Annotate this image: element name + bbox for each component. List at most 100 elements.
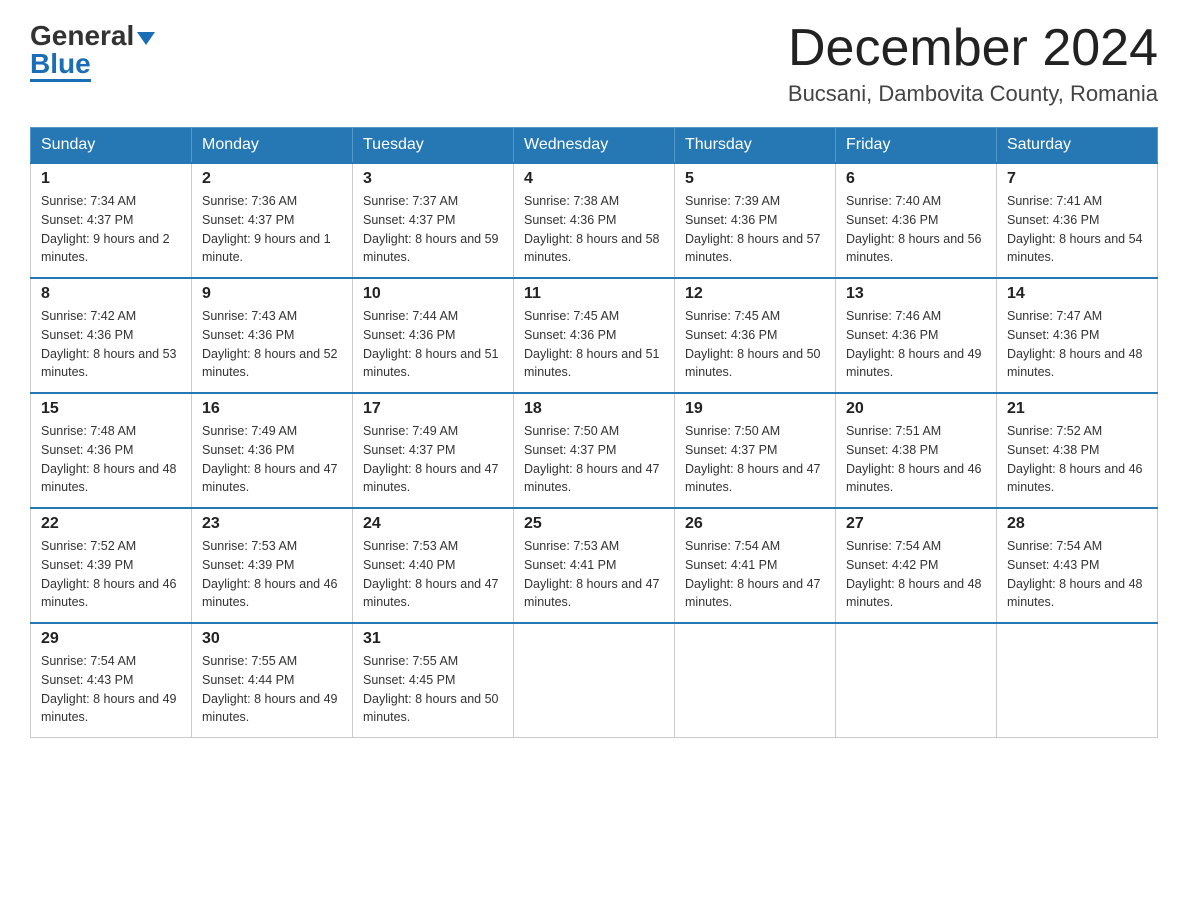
- calendar-header-row: Sunday Monday Tuesday Wednesday Thursday…: [31, 128, 1158, 164]
- calendar-cell: 15 Sunrise: 7:48 AM Sunset: 4:36 PM Dayl…: [31, 393, 192, 508]
- day-info: Sunrise: 7:45 AM Sunset: 4:36 PM Dayligh…: [685, 307, 825, 382]
- col-tuesday: Tuesday: [353, 128, 514, 164]
- day-number: 4: [524, 170, 664, 188]
- logo-underline: [30, 79, 91, 82]
- month-title: December 2024: [788, 20, 1158, 77]
- calendar-cell: [836, 623, 997, 738]
- calendar-cell: 29 Sunrise: 7:54 AM Sunset: 4:43 PM Dayl…: [31, 623, 192, 738]
- week-row-2: 8 Sunrise: 7:42 AM Sunset: 4:36 PM Dayli…: [31, 278, 1158, 393]
- calendar-cell: 26 Sunrise: 7:54 AM Sunset: 4:41 PM Dayl…: [675, 508, 836, 623]
- day-number: 10: [363, 285, 503, 303]
- day-info: Sunrise: 7:52 AM Sunset: 4:39 PM Dayligh…: [41, 537, 181, 612]
- calendar-cell: 30 Sunrise: 7:55 AM Sunset: 4:44 PM Dayl…: [192, 623, 353, 738]
- day-number: 1: [41, 170, 181, 188]
- day-info: Sunrise: 7:49 AM Sunset: 4:37 PM Dayligh…: [363, 422, 503, 497]
- page-header: General Blue December 2024 Bucsani, Damb…: [30, 20, 1158, 107]
- day-info: Sunrise: 7:37 AM Sunset: 4:37 PM Dayligh…: [363, 192, 503, 267]
- calendar-cell: 7 Sunrise: 7:41 AM Sunset: 4:36 PM Dayli…: [997, 163, 1158, 278]
- calendar-cell: 28 Sunrise: 7:54 AM Sunset: 4:43 PM Dayl…: [997, 508, 1158, 623]
- week-row-3: 15 Sunrise: 7:48 AM Sunset: 4:36 PM Dayl…: [31, 393, 1158, 508]
- day-info: Sunrise: 7:38 AM Sunset: 4:36 PM Dayligh…: [524, 192, 664, 267]
- day-number: 3: [363, 170, 503, 188]
- day-number: 26: [685, 515, 825, 533]
- title-section: December 2024 Bucsani, Dambovita County,…: [788, 20, 1158, 107]
- calendar-cell: 25 Sunrise: 7:53 AM Sunset: 4:41 PM Dayl…: [514, 508, 675, 623]
- day-info: Sunrise: 7:48 AM Sunset: 4:36 PM Dayligh…: [41, 422, 181, 497]
- day-info: Sunrise: 7:53 AM Sunset: 4:40 PM Dayligh…: [363, 537, 503, 612]
- day-number: 7: [1007, 170, 1147, 188]
- calendar-cell: 20 Sunrise: 7:51 AM Sunset: 4:38 PM Dayl…: [836, 393, 997, 508]
- calendar-cell: 24 Sunrise: 7:53 AM Sunset: 4:40 PM Dayl…: [353, 508, 514, 623]
- calendar-cell: 11 Sunrise: 7:45 AM Sunset: 4:36 PM Dayl…: [514, 278, 675, 393]
- day-number: 29: [41, 630, 181, 648]
- calendar-cell: 22 Sunrise: 7:52 AM Sunset: 4:39 PM Dayl…: [31, 508, 192, 623]
- week-row-4: 22 Sunrise: 7:52 AM Sunset: 4:39 PM Dayl…: [31, 508, 1158, 623]
- col-saturday: Saturday: [997, 128, 1158, 164]
- day-number: 19: [685, 400, 825, 418]
- calendar-cell: 2 Sunrise: 7:36 AM Sunset: 4:37 PM Dayli…: [192, 163, 353, 278]
- day-number: 2: [202, 170, 342, 188]
- calendar-cell: 6 Sunrise: 7:40 AM Sunset: 4:36 PM Dayli…: [836, 163, 997, 278]
- calendar-cell: 27 Sunrise: 7:54 AM Sunset: 4:42 PM Dayl…: [836, 508, 997, 623]
- calendar-cell: [675, 623, 836, 738]
- day-info: Sunrise: 7:54 AM Sunset: 4:43 PM Dayligh…: [41, 652, 181, 727]
- day-info: Sunrise: 7:34 AM Sunset: 4:37 PM Dayligh…: [41, 192, 181, 267]
- day-number: 18: [524, 400, 664, 418]
- calendar-cell: 18 Sunrise: 7:50 AM Sunset: 4:37 PM Dayl…: [514, 393, 675, 508]
- day-number: 25: [524, 515, 664, 533]
- day-info: Sunrise: 7:49 AM Sunset: 4:36 PM Dayligh…: [202, 422, 342, 497]
- day-number: 22: [41, 515, 181, 533]
- calendar-cell: 12 Sunrise: 7:45 AM Sunset: 4:36 PM Dayl…: [675, 278, 836, 393]
- col-monday: Monday: [192, 128, 353, 164]
- day-info: Sunrise: 7:45 AM Sunset: 4:36 PM Dayligh…: [524, 307, 664, 382]
- day-number: 17: [363, 400, 503, 418]
- day-number: 15: [41, 400, 181, 418]
- calendar-cell: 3 Sunrise: 7:37 AM Sunset: 4:37 PM Dayli…: [353, 163, 514, 278]
- day-number: 23: [202, 515, 342, 533]
- calendar-table: Sunday Monday Tuesday Wednesday Thursday…: [30, 127, 1158, 738]
- day-info: Sunrise: 7:55 AM Sunset: 4:44 PM Dayligh…: [202, 652, 342, 727]
- day-number: 11: [524, 285, 664, 303]
- day-info: Sunrise: 7:54 AM Sunset: 4:42 PM Dayligh…: [846, 537, 986, 612]
- day-info: Sunrise: 7:54 AM Sunset: 4:43 PM Dayligh…: [1007, 537, 1147, 612]
- calendar-cell: 9 Sunrise: 7:43 AM Sunset: 4:36 PM Dayli…: [192, 278, 353, 393]
- day-info: Sunrise: 7:44 AM Sunset: 4:36 PM Dayligh…: [363, 307, 503, 382]
- day-number: 16: [202, 400, 342, 418]
- logo: General Blue: [30, 20, 155, 82]
- day-number: 24: [363, 515, 503, 533]
- calendar-cell: [514, 623, 675, 738]
- day-info: Sunrise: 7:53 AM Sunset: 4:39 PM Dayligh…: [202, 537, 342, 612]
- logo-blue-text: Blue: [30, 50, 91, 78]
- calendar-cell: 17 Sunrise: 7:49 AM Sunset: 4:37 PM Dayl…: [353, 393, 514, 508]
- day-info: Sunrise: 7:53 AM Sunset: 4:41 PM Dayligh…: [524, 537, 664, 612]
- calendar-cell: 4 Sunrise: 7:38 AM Sunset: 4:36 PM Dayli…: [514, 163, 675, 278]
- day-info: Sunrise: 7:41 AM Sunset: 4:36 PM Dayligh…: [1007, 192, 1147, 267]
- calendar-cell: 31 Sunrise: 7:55 AM Sunset: 4:45 PM Dayl…: [353, 623, 514, 738]
- day-info: Sunrise: 7:46 AM Sunset: 4:36 PM Dayligh…: [846, 307, 986, 382]
- calendar-cell: 8 Sunrise: 7:42 AM Sunset: 4:36 PM Dayli…: [31, 278, 192, 393]
- calendar-cell: 19 Sunrise: 7:50 AM Sunset: 4:37 PM Dayl…: [675, 393, 836, 508]
- col-wednesday: Wednesday: [514, 128, 675, 164]
- week-row-5: 29 Sunrise: 7:54 AM Sunset: 4:43 PM Dayl…: [31, 623, 1158, 738]
- day-info: Sunrise: 7:52 AM Sunset: 4:38 PM Dayligh…: [1007, 422, 1147, 497]
- day-number: 20: [846, 400, 986, 418]
- day-number: 31: [363, 630, 503, 648]
- day-info: Sunrise: 7:39 AM Sunset: 4:36 PM Dayligh…: [685, 192, 825, 267]
- col-thursday: Thursday: [675, 128, 836, 164]
- calendar-cell: 16 Sunrise: 7:49 AM Sunset: 4:36 PM Dayl…: [192, 393, 353, 508]
- day-info: Sunrise: 7:55 AM Sunset: 4:45 PM Dayligh…: [363, 652, 503, 727]
- calendar-cell: 14 Sunrise: 7:47 AM Sunset: 4:36 PM Dayl…: [997, 278, 1158, 393]
- day-number: 9: [202, 285, 342, 303]
- day-info: Sunrise: 7:40 AM Sunset: 4:36 PM Dayligh…: [846, 192, 986, 267]
- day-number: 6: [846, 170, 986, 188]
- calendar-cell: 1 Sunrise: 7:34 AM Sunset: 4:37 PM Dayli…: [31, 163, 192, 278]
- calendar-cell: 10 Sunrise: 7:44 AM Sunset: 4:36 PM Dayl…: [353, 278, 514, 393]
- day-info: Sunrise: 7:54 AM Sunset: 4:41 PM Dayligh…: [685, 537, 825, 612]
- calendar-cell: 13 Sunrise: 7:46 AM Sunset: 4:36 PM Dayl…: [836, 278, 997, 393]
- day-info: Sunrise: 7:50 AM Sunset: 4:37 PM Dayligh…: [685, 422, 825, 497]
- location-text: Bucsani, Dambovita County, Romania: [788, 81, 1158, 107]
- day-number: 27: [846, 515, 986, 533]
- day-number: 5: [685, 170, 825, 188]
- col-friday: Friday: [836, 128, 997, 164]
- day-info: Sunrise: 7:50 AM Sunset: 4:37 PM Dayligh…: [524, 422, 664, 497]
